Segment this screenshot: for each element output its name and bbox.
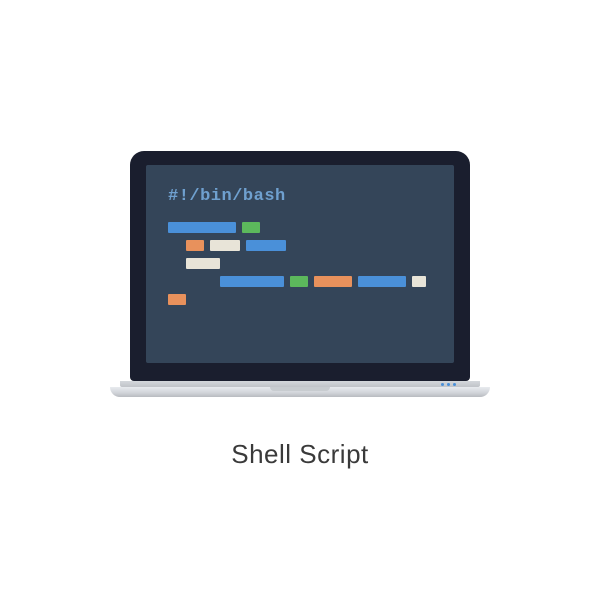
status-light-icon bbox=[453, 383, 456, 386]
code-block bbox=[186, 258, 220, 269]
code-line bbox=[168, 258, 432, 269]
code-line bbox=[168, 222, 432, 233]
code-block bbox=[358, 276, 406, 287]
code-block bbox=[210, 240, 240, 251]
status-light-icon bbox=[447, 383, 450, 386]
laptop-screen: #!/bin/bash bbox=[146, 165, 454, 363]
code-block bbox=[168, 222, 236, 233]
status-light-icon bbox=[441, 383, 444, 386]
status-lights bbox=[441, 383, 456, 386]
code-block bbox=[186, 240, 204, 251]
caption-text: Shell Script bbox=[231, 439, 369, 470]
laptop-notch bbox=[270, 387, 330, 391]
code-block bbox=[314, 276, 352, 287]
code-line bbox=[168, 276, 432, 287]
code-block bbox=[220, 276, 284, 287]
code-block bbox=[242, 222, 260, 233]
code-block bbox=[168, 294, 186, 305]
code-block bbox=[412, 276, 426, 287]
laptop-base bbox=[110, 387, 490, 397]
shebang-line: #!/bin/bash bbox=[168, 187, 432, 206]
code-area bbox=[168, 222, 432, 305]
code-block bbox=[290, 276, 308, 287]
code-line bbox=[168, 240, 432, 251]
laptop-illustration: #!/bin/bash bbox=[130, 151, 470, 397]
code-block bbox=[246, 240, 286, 251]
laptop-frame: #!/bin/bash bbox=[130, 151, 470, 381]
code-line bbox=[168, 294, 432, 305]
